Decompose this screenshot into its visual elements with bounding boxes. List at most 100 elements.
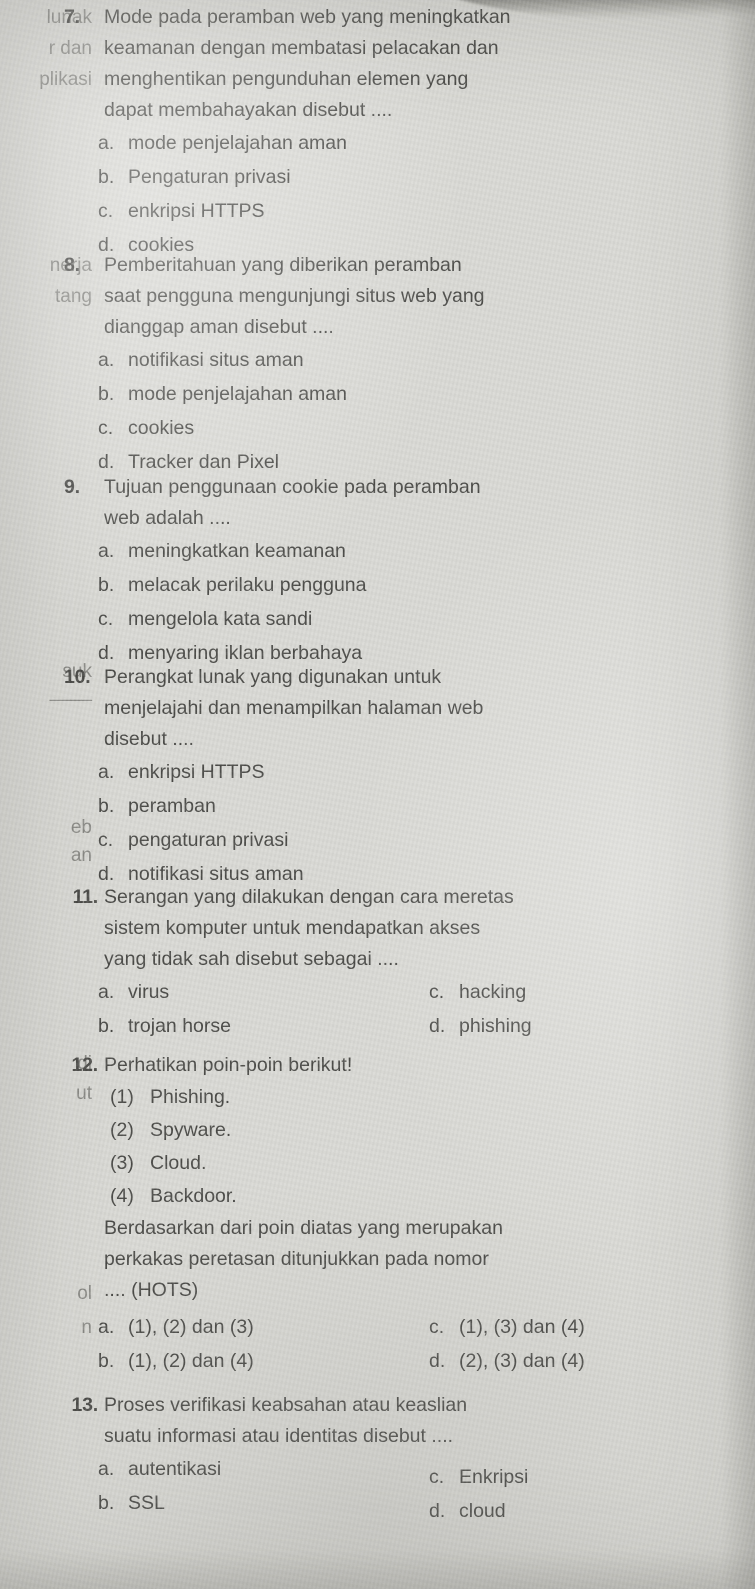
question-number: 9. <box>64 476 80 498</box>
option-row[interactable]: b. SSL <box>98 1486 411 1520</box>
option-row[interactable]: a. enkripsi HTTPS <box>64 755 724 789</box>
question-item-11: 11. Serangan yang dilakukan dengan cara … <box>64 882 724 1043</box>
option-row[interactable]: a. autentikasi <box>98 1452 411 1486</box>
question-number: 11. <box>72 886 99 908</box>
option-row[interactable]: c. enkripsi HTTPS <box>64 194 724 228</box>
subpoint-text: Backdoor. <box>150 1185 237 1207</box>
option-letter: c. <box>98 200 114 222</box>
option-text: virus <box>128 981 170 1003</box>
question-line: disebut .... <box>104 728 194 750</box>
subpoint-text: Cloud. <box>150 1152 207 1174</box>
option-letter: c. <box>429 981 445 1003</box>
option-list: a. mode penjelajahan aman b. Pengaturan … <box>64 126 724 262</box>
option-list: a. virus c. hacking b. trojan horse d. p… <box>64 975 724 1043</box>
option-letter: d. <box>429 1500 446 1522</box>
option-text: peramban <box>128 795 216 817</box>
option-row[interactable]: b. (1), (2) dan (4) <box>98 1344 411 1378</box>
option-list: a. notifikasi situs aman b. mode penjela… <box>64 343 724 479</box>
option-letter: a. <box>98 1316 115 1338</box>
question-line: Tujuan penggunaan cookie pada peramban <box>104 476 481 498</box>
question-text: Proses verifikasi keabsahan atau keaslia… <box>104 1390 724 1452</box>
question-number: 10. <box>64 666 91 688</box>
option-row[interactable]: c. Enkripsi <box>411 1460 724 1494</box>
question-item-10: 10. Perangkat lunak yang digunakan untuk… <box>64 662 724 891</box>
option-letter: c. <box>98 829 114 851</box>
page-bottom-edge-shadow <box>0 1549 755 1589</box>
subpoint-number: (2) <box>110 1119 134 1141</box>
option-row[interactable]: c. mengelola kata sandi <box>64 602 724 636</box>
subpoint-row: (1) Phishing. <box>110 1081 724 1114</box>
option-text: enkripsi HTTPS <box>128 761 265 783</box>
question-line: web adalah .... <box>104 507 231 529</box>
question-item-13: 13. Proses verifikasi keabsahan atau kea… <box>64 1390 724 1522</box>
option-row[interactable]: b. peramban <box>64 789 724 823</box>
option-row[interactable]: d. phishing <box>411 1009 724 1043</box>
option-text: mengelola kata sandi <box>128 608 313 630</box>
page-right-edge-shadow <box>721 0 755 1589</box>
option-row[interactable]: a. meningkatkan keamanan <box>64 534 724 568</box>
option-letter: c. <box>429 1316 445 1338</box>
question-text: Pemberitahuan yang diberikan peramban sa… <box>104 250 724 343</box>
option-text: cloud <box>459 1500 506 1522</box>
option-letter: c. <box>98 608 114 630</box>
option-letter: c. <box>98 417 114 439</box>
option-row[interactable]: d. cloud <box>411 1494 724 1528</box>
question-line: sistem komputer untuk mendapatkan akses <box>104 917 481 939</box>
option-row[interactable]: c. hacking <box>411 975 724 1009</box>
option-row[interactable]: a. (1), (2) dan (3) <box>98 1310 411 1344</box>
question-item-12: 12. Perhatikan poin-poin berikut! (1) Ph… <box>64 1050 724 1378</box>
question-number: 8. <box>64 254 80 276</box>
question-line: dianggap aman disebut .... <box>104 316 334 338</box>
question-item-7: 7. Mode pada peramban web yang meningkat… <box>64 2 724 262</box>
question-line: Proses verifikasi keabsahan atau keaslia… <box>104 1394 468 1416</box>
subpoint-text: Spyware. <box>150 1119 232 1141</box>
question-text: Mode pada peramban web yang meningkatkan… <box>104 2 724 126</box>
question-line: Perhatikan poin-poin berikut! <box>104 1054 353 1076</box>
question-text: Serangan yang dilakukan dengan cara mere… <box>104 882 724 975</box>
option-text: autentikasi <box>128 1458 222 1480</box>
option-row[interactable]: d. (2), (3) dan (4) <box>411 1344 724 1378</box>
option-list: a. autentikasi c. Enkripsi b. SSL d. clo… <box>64 1452 724 1522</box>
option-text: pengaturan privasi <box>128 829 289 851</box>
option-list: a. meningkatkan keamanan b. melacak peri… <box>64 534 724 670</box>
option-letter: b. <box>98 383 115 405</box>
subpoint-row: (2) Spyware. <box>110 1114 724 1147</box>
option-row[interactable]: b. Pengaturan privasi <box>64 160 724 194</box>
option-letter: c. <box>429 1466 445 1488</box>
option-text: (1), (2) dan (3) <box>128 1316 254 1338</box>
option-row[interactable]: a. mode penjelajahan aman <box>64 126 724 160</box>
question-line: suatu informasi atau identitas disebut .… <box>104 1425 454 1447</box>
question-line: keamanan dengan membatasi pelacakan dan <box>104 37 499 59</box>
scanned-exam-page: lunak r dan plikasi nerja tang suk ____ … <box>0 0 755 1589</box>
option-letter: b. <box>98 1350 115 1372</box>
option-row[interactable]: c. pengaturan privasi <box>64 823 724 857</box>
subpoint-list: (1) Phishing. (2) Spyware. (3) Cloud. (4… <box>64 1081 724 1213</box>
option-row[interactable]: b. trojan horse <box>98 1009 411 1043</box>
question-line: Serangan yang dilakukan dengan cara mere… <box>104 886 514 908</box>
question-item-9: 9. Tujuan penggunaan cookie pada peramba… <box>64 472 724 670</box>
option-letter: a. <box>98 1458 115 1480</box>
question-number: 7. <box>64 6 80 28</box>
option-letter: b. <box>98 1015 115 1037</box>
question-line: Pemberitahuan yang diberikan peramban <box>104 254 462 276</box>
question-number: 12. <box>71 1054 98 1076</box>
option-text: (2), (3) dan (4) <box>459 1350 585 1372</box>
option-row[interactable]: b. melacak perilaku pengguna <box>64 568 724 602</box>
option-letter: b. <box>98 166 115 188</box>
option-text: mode penjelajahan aman <box>128 383 347 405</box>
option-text: mode penjelajahan aman <box>128 132 347 154</box>
option-row[interactable]: b. mode penjelajahan aman <box>64 377 724 411</box>
option-row[interactable]: a. notifikasi situs aman <box>64 343 724 377</box>
question-text: Perangkat lunak yang digunakan untuk men… <box>104 662 724 755</box>
option-letter: a. <box>98 349 115 371</box>
option-row[interactable]: c. cookies <box>64 411 724 445</box>
option-text: SSL <box>128 1492 165 1514</box>
option-text: enkripsi HTTPS <box>128 200 265 222</box>
option-list: a. (1), (2) dan (3) c. (1), (3) dan (4) … <box>64 1310 724 1378</box>
option-row[interactable]: a. virus <box>98 975 411 1009</box>
option-letter: b. <box>98 1492 115 1514</box>
option-letter: d. <box>429 1015 446 1037</box>
option-row[interactable]: c. (1), (3) dan (4) <box>411 1310 724 1344</box>
option-text: Pengaturan privasi <box>128 166 291 188</box>
option-letter: a. <box>98 132 115 154</box>
